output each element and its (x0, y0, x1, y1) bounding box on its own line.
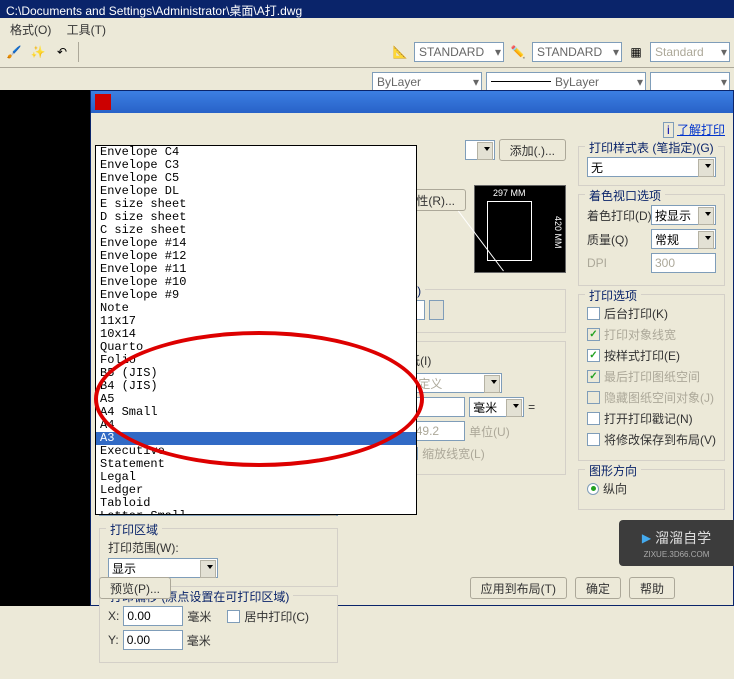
range-combo[interactable]: 显示 (108, 558, 218, 578)
offset-x-input[interactable] (123, 606, 183, 626)
label-mm: 毫米 (187, 632, 211, 649)
label-mm: 毫米 (187, 608, 211, 625)
info-icon[interactable]: i (663, 122, 674, 138)
center-checkbox[interactable] (227, 610, 240, 623)
group-offset: 打印偏移 (原点设置在可打印区域) X: 毫米 居中打印(C) Y: 毫米 (99, 595, 338, 663)
menu-format[interactable]: 格式(O) (4, 20, 57, 39)
label-savelayout: 将修改保存到布局(V) (604, 431, 716, 448)
add-button[interactable]: 添加(.)... (499, 139, 566, 161)
style-combo-1[interactable]: STANDARD (414, 42, 504, 62)
label-lastps: 最后打印图纸空间 (604, 368, 700, 385)
copies-spinner[interactable] (429, 300, 444, 320)
label-portrait: 纵向 (603, 480, 627, 497)
label-quality: 质量(Q) (587, 231, 647, 248)
paper-option[interactable]: A4 Small (96, 406, 416, 419)
group-title: 打印样式表 (笔指定)(G) (585, 139, 718, 156)
toolbar-1: 🖌️ ✨ ↶ 📐 STANDARD ✏️ STANDARD ▦ Standard (0, 36, 734, 68)
label-scale-lw: 缩放线宽(L) (422, 445, 485, 462)
style-table-combo[interactable]: 无 (587, 157, 716, 177)
paper-option[interactable]: Quarto (96, 341, 416, 354)
cb-bystyle[interactable] (587, 349, 600, 362)
quality-combo[interactable]: 常规 (651, 229, 716, 249)
paper-option[interactable]: 11x17 (96, 315, 416, 328)
scale-combo: 自定义 (402, 373, 502, 393)
paper-option[interactable]: Note (96, 302, 416, 315)
cb-lastps (587, 370, 600, 383)
group-title: 图形方向 (585, 462, 641, 479)
small-combo[interactable] (465, 140, 495, 160)
paper-option[interactable]: B4 (JIS) (96, 380, 416, 393)
label-range: 打印范围(W): (108, 539, 329, 556)
label-hideps: 隐藏图纸空间对象(J) (604, 389, 714, 406)
preview-width: 297 MM (493, 188, 526, 198)
paper-option[interactable]: Legal (96, 471, 416, 484)
label-center: 居中打印(C) (244, 608, 309, 625)
cb-savelayout[interactable] (587, 433, 600, 446)
arrow-icon[interactable]: ↶ (52, 42, 72, 62)
label-unit: 单位(U) (469, 423, 510, 440)
learn-link[interactable]: 了解打印 (677, 123, 725, 137)
shade-combo[interactable]: 按显示 (651, 205, 716, 225)
paper-option[interactable]: Statement (96, 458, 416, 471)
ok-button[interactable]: 确定 (575, 577, 621, 599)
paper-option[interactable]: Letter Small (96, 510, 416, 515)
title-bar: C:\Documents and Settings\Administrator\… (0, 0, 734, 18)
offset-y-input[interactable] (123, 630, 183, 650)
drawing-canvas[interactable] (0, 90, 90, 606)
paper-size-dropdown[interactable]: Envelope C4Envelope C3Envelope C5Envelop… (95, 145, 417, 515)
style-combo-3[interactable]: Standard (650, 42, 730, 62)
paper-preview: 297 MM 420 MM (474, 185, 566, 273)
group-title: 打印选项 (585, 287, 641, 304)
label-y: Y: (108, 633, 119, 647)
label-bystyle: 按样式打印(E) (604, 347, 680, 364)
preview-height: 420 MM (553, 216, 563, 249)
equals-icon: = (528, 400, 535, 414)
play-icon: ▶ (642, 531, 651, 545)
pencil-icon[interactable]: ✏️ (508, 42, 528, 62)
paper-option[interactable]: A4 (96, 419, 416, 432)
help-button[interactable]: 帮助 (629, 577, 675, 599)
label-objlw: 打印对象线宽 (604, 326, 676, 343)
color-combo[interactable]: ByLayer (372, 72, 482, 92)
group-options: 打印选项 后台打印(K) 打印对象线宽 按样式打印(E) 最后打印图纸空间 隐藏… (578, 294, 725, 461)
label-x: X: (108, 609, 119, 623)
cb-bg[interactable] (587, 307, 600, 320)
label-bg: 后台打印(K) (604, 305, 668, 322)
brush-icon[interactable]: 🖌️ (4, 42, 24, 62)
dim-icon[interactable]: 📐 (390, 42, 410, 62)
paper-option[interactable]: 10x14 (96, 328, 416, 341)
menu-bar: 格式(O) 工具(T) (0, 18, 734, 36)
table-icon[interactable]: ▦ (626, 42, 646, 62)
rb-portrait[interactable] (587, 483, 599, 495)
cb-stamp[interactable] (587, 412, 600, 425)
preview-button[interactable]: 预览(P)... (99, 577, 171, 599)
paper-option[interactable]: Envelope #9 (96, 289, 416, 302)
watermark: ▶ 溜溜自学 ZIXUE.3D66.COM (619, 520, 734, 566)
group-style-table: 打印样式表 (笔指定)(G) 无 (578, 146, 725, 186)
label-stamp: 打开打印戳记(N) (604, 410, 693, 427)
lineweight-combo[interactable] (650, 72, 730, 92)
menu-tools[interactable]: 工具(T) (61, 20, 112, 39)
unit-combo[interactable]: 毫米 (469, 397, 524, 417)
watermark-title: 溜溜自学 (655, 528, 711, 548)
group-title: 着色视口选项 (585, 187, 665, 204)
group-title: 打印区域 (106, 521, 162, 538)
dpi-input (651, 253, 716, 273)
watermark-url: ZIXUE.3D66.COM (644, 550, 710, 559)
dialog-footer: 预览(P)... 应用到布局(T) 确定 帮助 (99, 577, 725, 599)
label-shade: 着色打印(D) (587, 207, 647, 224)
label-dpi: DPI (587, 256, 647, 270)
style-combo-2[interactable]: STANDARD (532, 42, 622, 62)
wand-icon[interactable]: ✨ (28, 42, 48, 62)
group-orientation: 图形方向 纵向 (578, 469, 725, 510)
group-viewport: 着色视口选项 着色打印(D)按显示 质量(Q)常规 DPI (578, 194, 725, 286)
linetype-combo[interactable]: ByLayer (486, 72, 646, 92)
apply-button[interactable]: 应用到布局(T) (470, 577, 567, 599)
cb-hideps (587, 391, 600, 404)
cb-objlw (587, 328, 600, 341)
dialog-titlebar[interactable] (91, 91, 733, 113)
